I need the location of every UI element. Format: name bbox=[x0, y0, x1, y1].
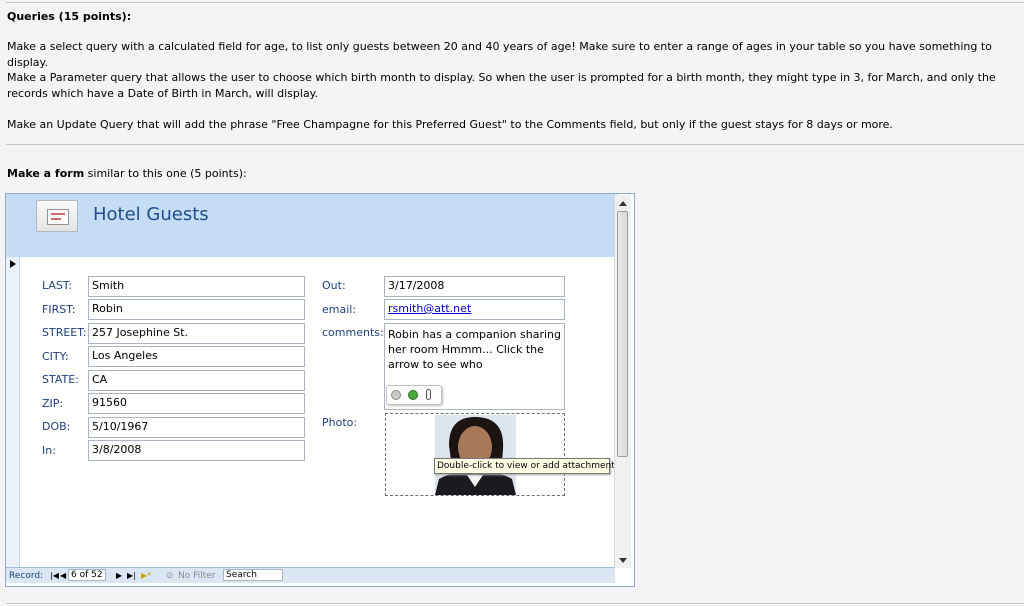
query-instruction-1: Make a select query with a calculated fi… bbox=[7, 40, 992, 69]
field-last[interactable]: Smith bbox=[88, 276, 305, 297]
label-email: email: bbox=[322, 303, 357, 316]
form-title: Hotel Guests bbox=[93, 204, 209, 225]
field-zip[interactable]: 91560 bbox=[88, 393, 305, 414]
attachment-tooltip: Double-click to view or add attachments. bbox=[434, 458, 622, 474]
form-instruction: Make a form similar to this one (5 point… bbox=[7, 166, 1018, 182]
label-zip: ZIP: bbox=[42, 397, 64, 410]
label-state: STATE: bbox=[42, 373, 79, 386]
label-city: CITY: bbox=[42, 350, 69, 363]
field-city[interactable]: Los Angeles bbox=[88, 346, 305, 367]
label-comments: comments: bbox=[322, 326, 384, 339]
record-selector[interactable] bbox=[6, 257, 20, 567]
photo-attachment-field[interactable] bbox=[385, 413, 565, 496]
previous-record-icon[interactable]: ◀ bbox=[60, 569, 66, 583]
new-record-icon[interactable]: ▶* bbox=[141, 569, 151, 583]
first-record-icon[interactable]: |◀ bbox=[50, 569, 59, 583]
label-first: FIRST: bbox=[42, 303, 76, 316]
field-state[interactable]: CA bbox=[88, 370, 305, 391]
field-in[interactable]: 3/8/2008 bbox=[88, 440, 305, 461]
label-last: LAST: bbox=[42, 279, 73, 292]
label-photo: Photo: bbox=[322, 416, 358, 429]
vertical-scrollbar[interactable] bbox=[614, 195, 631, 568]
section-divider bbox=[6, 144, 1024, 145]
queries-heading: Queries (15 points): bbox=[7, 10, 132, 23]
scroll-thumb[interactable] bbox=[617, 211, 628, 457]
next-record-icon[interactable]: ▶ bbox=[116, 569, 122, 583]
guest-photo bbox=[435, 415, 516, 495]
label-out: Out: bbox=[322, 279, 346, 292]
back-arrow-icon[interactable] bbox=[391, 390, 401, 400]
record-navigation-bar: Record: |◀ ◀ 6 of 52 ▶ ▶| ▶* ⊘ No Filter… bbox=[6, 567, 615, 583]
scroll-up-icon[interactable] bbox=[619, 201, 627, 206]
paperclip-icon[interactable] bbox=[426, 389, 431, 400]
form-header: Hotel Guests bbox=[6, 194, 618, 257]
field-out[interactable]: 3/17/2008 bbox=[384, 276, 565, 297]
current-record-input[interactable]: 6 of 52 bbox=[68, 569, 106, 581]
bottom-divider bbox=[6, 603, 1024, 604]
top-divider bbox=[6, 2, 1024, 3]
form-icon bbox=[36, 200, 78, 232]
form-instruction-rest: similar to this one (5 points): bbox=[84, 167, 247, 180]
label-street: STREET: bbox=[42, 326, 87, 339]
record-label: Record: bbox=[9, 571, 44, 581]
label-dob: DOB: bbox=[42, 420, 71, 433]
current-record-arrow-icon bbox=[10, 260, 16, 268]
filter-icon: ⊘ bbox=[166, 571, 174, 581]
query-instruction-2: Make a Parameter query that allows the u… bbox=[7, 71, 996, 100]
scroll-down-icon[interactable] bbox=[619, 558, 627, 563]
search-input[interactable]: Search bbox=[223, 569, 283, 581]
email-link[interactable]: rsmith@att.net bbox=[388, 302, 471, 315]
label-in: In: bbox=[42, 444, 56, 457]
field-street[interactable]: 257 Josephine St. bbox=[88, 323, 305, 344]
form-instruction-bold: Make a form bbox=[7, 167, 85, 180]
attachment-toolbar bbox=[386, 385, 442, 405]
last-record-icon[interactable]: ▶| bbox=[127, 569, 136, 583]
forward-arrow-icon[interactable] bbox=[408, 390, 418, 400]
field-first[interactable]: Robin bbox=[88, 299, 305, 320]
query-instruction-3: Make an Update Query that will add the p… bbox=[7, 118, 893, 131]
no-filter-button[interactable]: No Filter bbox=[178, 569, 215, 583]
field-dob[interactable]: 5/10/1967 bbox=[88, 417, 305, 438]
field-email[interactable]: rsmith@att.net bbox=[384, 299, 565, 320]
